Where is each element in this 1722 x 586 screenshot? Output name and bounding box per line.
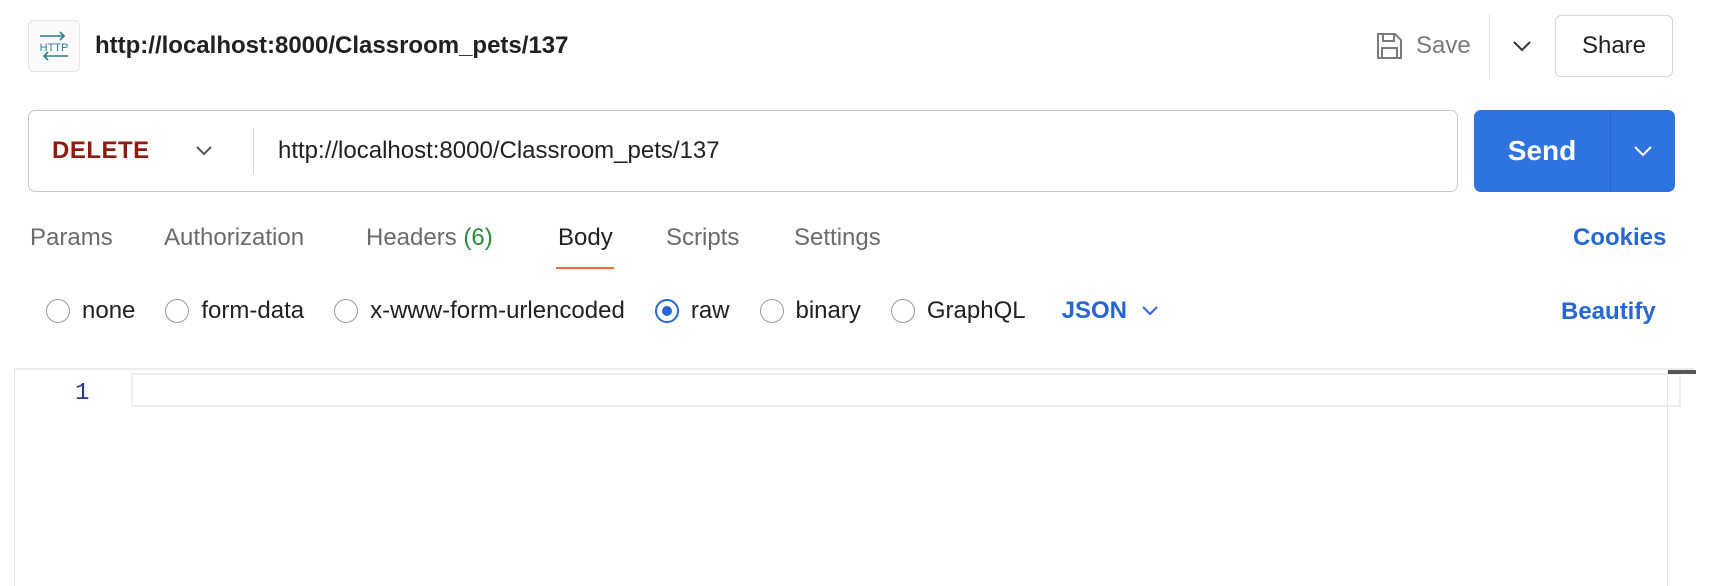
request-title[interactable]: http://localhost:8000/Classroom_pets/137 xyxy=(95,32,568,60)
request-header: HTTP http://localhost:8000/Classroom_pet… xyxy=(0,0,1722,92)
method-select[interactable]: DELETE xyxy=(29,111,253,191)
editor-active-line[interactable] xyxy=(131,373,1681,407)
tab-body[interactable]: Body xyxy=(558,224,613,252)
save-options-button[interactable] xyxy=(1500,24,1544,68)
radio-circle xyxy=(759,299,784,323)
cookies-link[interactable]: Cookies xyxy=(1573,224,1666,252)
save-icon xyxy=(1377,33,1402,59)
send-options-button[interactable] xyxy=(1611,110,1675,192)
radio-x-www-form-urlencoded[interactable]: x-www-form-urlencoded xyxy=(334,297,625,325)
method-label: DELETE xyxy=(52,137,150,164)
share-button[interactable]: Share xyxy=(1555,15,1673,77)
radio-circle xyxy=(46,299,70,323)
url-input[interactable] xyxy=(254,111,1457,191)
radio-label: raw xyxy=(690,297,730,324)
radio-label: x-www-form-urlencoded xyxy=(370,297,625,324)
chevron-down-icon xyxy=(1142,306,1158,316)
chevron-down-icon xyxy=(196,146,212,156)
radio-binary[interactable]: binary xyxy=(759,297,861,325)
radio-label: GraphQL xyxy=(926,297,1026,324)
save-label: Save xyxy=(1416,32,1471,59)
radio-label: binary xyxy=(795,297,861,324)
radio-circle xyxy=(890,299,915,323)
save-divider xyxy=(1489,14,1490,78)
radio-raw[interactable]: raw xyxy=(654,297,730,325)
body-editor[interactable]: 1 xyxy=(14,368,1696,586)
send-group: Send xyxy=(1474,110,1675,192)
radio-circle-checked xyxy=(654,299,679,323)
send-button[interactable]: Send xyxy=(1474,110,1610,192)
tab-headers[interactable]: Headers (6) xyxy=(366,224,493,252)
radio-graphql[interactable]: GraphQL xyxy=(890,297,1026,325)
scrollbar-thumb[interactable] xyxy=(1668,370,1696,374)
language-select[interactable]: JSON xyxy=(1062,297,1159,325)
radio-circle xyxy=(165,299,190,323)
tab-params[interactable]: Params xyxy=(30,224,113,252)
svg-text:HTTP: HTTP xyxy=(40,42,69,54)
tab-authorization[interactable]: Authorization xyxy=(164,224,304,252)
radio-label: form-data xyxy=(201,297,305,324)
chevron-down-icon xyxy=(1634,146,1652,157)
save-button[interactable]: Save xyxy=(1374,24,1471,68)
tab-settings[interactable]: Settings xyxy=(794,224,881,252)
url-bar: DELETE xyxy=(28,110,1458,192)
language-label: JSON xyxy=(1061,297,1127,324)
beautify-button[interactable]: Beautify xyxy=(1561,298,1656,326)
radio-label: none xyxy=(82,297,136,324)
http-icon: HTTP xyxy=(28,20,80,72)
tab-scripts[interactable]: Scripts xyxy=(666,224,739,252)
line-number: 1 xyxy=(75,380,90,407)
editor-scrollbar[interactable] xyxy=(1667,370,1696,586)
radio-none[interactable]: none xyxy=(46,297,135,325)
chevron-down-icon xyxy=(1513,41,1531,52)
radio-form-data[interactable]: form-data xyxy=(165,297,304,325)
tab-headers-label: Headers xyxy=(366,224,457,251)
headers-count: (6) xyxy=(463,224,493,251)
active-tab-indicator xyxy=(556,267,614,269)
radio-circle xyxy=(334,299,359,323)
body-type-selector: none form-data x-www-form-urlencoded raw… xyxy=(46,296,1159,326)
